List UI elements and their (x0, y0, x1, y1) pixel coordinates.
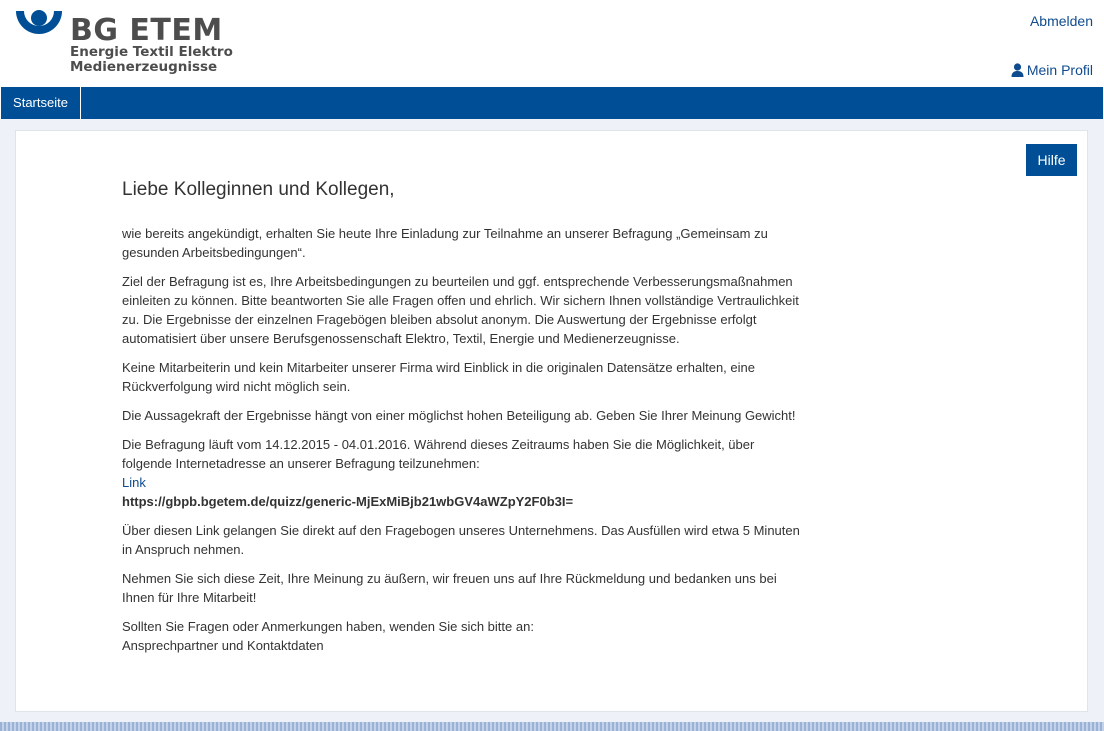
nav-item-startseite[interactable]: Startseite (1, 87, 81, 119)
page-title: Liebe Kolleginnen und Kollegen, (122, 179, 395, 200)
logout-link[interactable]: Abmelden (1030, 13, 1093, 29)
help-button[interactable]: Hilfe (1026, 144, 1077, 176)
logo-subtitle-line1: Energie Textil Elektro (70, 44, 233, 60)
header: BG ETEM Energie Textil Elektro Medienerz… (0, 0, 1104, 86)
main-navbar: Startseite (1, 87, 1103, 119)
profile-link-label: Mein Profil (1026, 62, 1093, 78)
contact-details: Ansprechpartner und Kontaktdaten (122, 638, 324, 653)
paragraph-anonymity: Keine Mitarbeiterin und kein Mitarbeiter… (122, 360, 755, 394)
logo-mark-icon (16, 10, 62, 34)
bottom-border-strip (0, 722, 1104, 731)
paragraph-thanks: Nehmen Sie sich diese Zeit, Ihre Meinung… (122, 571, 777, 605)
paragraph-survey-period: Die Befragung läuft vom 14.12.2015 - 04.… (122, 435, 802, 511)
survey-period-text: Die Befragung läuft vom 14.12.2015 - 04.… (122, 437, 755, 471)
survey-url: https://gbpb.bgetem.de/quizz/generic-MjE… (122, 494, 574, 509)
invitation-content: Liebe Kolleginnen und Kollegen, wie bere… (122, 178, 802, 665)
paragraph-contact: Sollten Sie Fragen oder Anmerkungen habe… (122, 617, 802, 655)
paragraph-goal: Ziel der Befragung ist es, Ihre Arbeitsb… (122, 274, 799, 346)
paragraph-duration: Über diesen Link gelangen Sie direkt auf… (122, 523, 800, 557)
user-icon (1011, 63, 1024, 77)
paragraph-intro: wie bereits angekündigt, erhalten Sie he… (122, 226, 768, 260)
logo-subtitle-line2: Medienerzeugnisse (70, 59, 218, 75)
bg-etem-logo[interactable]: BG ETEM Energie Textil Elektro Medienerz… (14, 9, 233, 79)
paragraph-participation: Die Aussagekraft der Ergebnisse hängt vo… (122, 408, 796, 423)
logo-subtitle: Energie Textil Elektro Medienerzeugnisse (70, 45, 233, 75)
profile-link[interactable]: Mein Profil (1011, 62, 1093, 78)
survey-link[interactable]: Link (122, 475, 146, 490)
contact-intro: Sollten Sie Fragen oder Anmerkungen habe… (122, 619, 534, 634)
